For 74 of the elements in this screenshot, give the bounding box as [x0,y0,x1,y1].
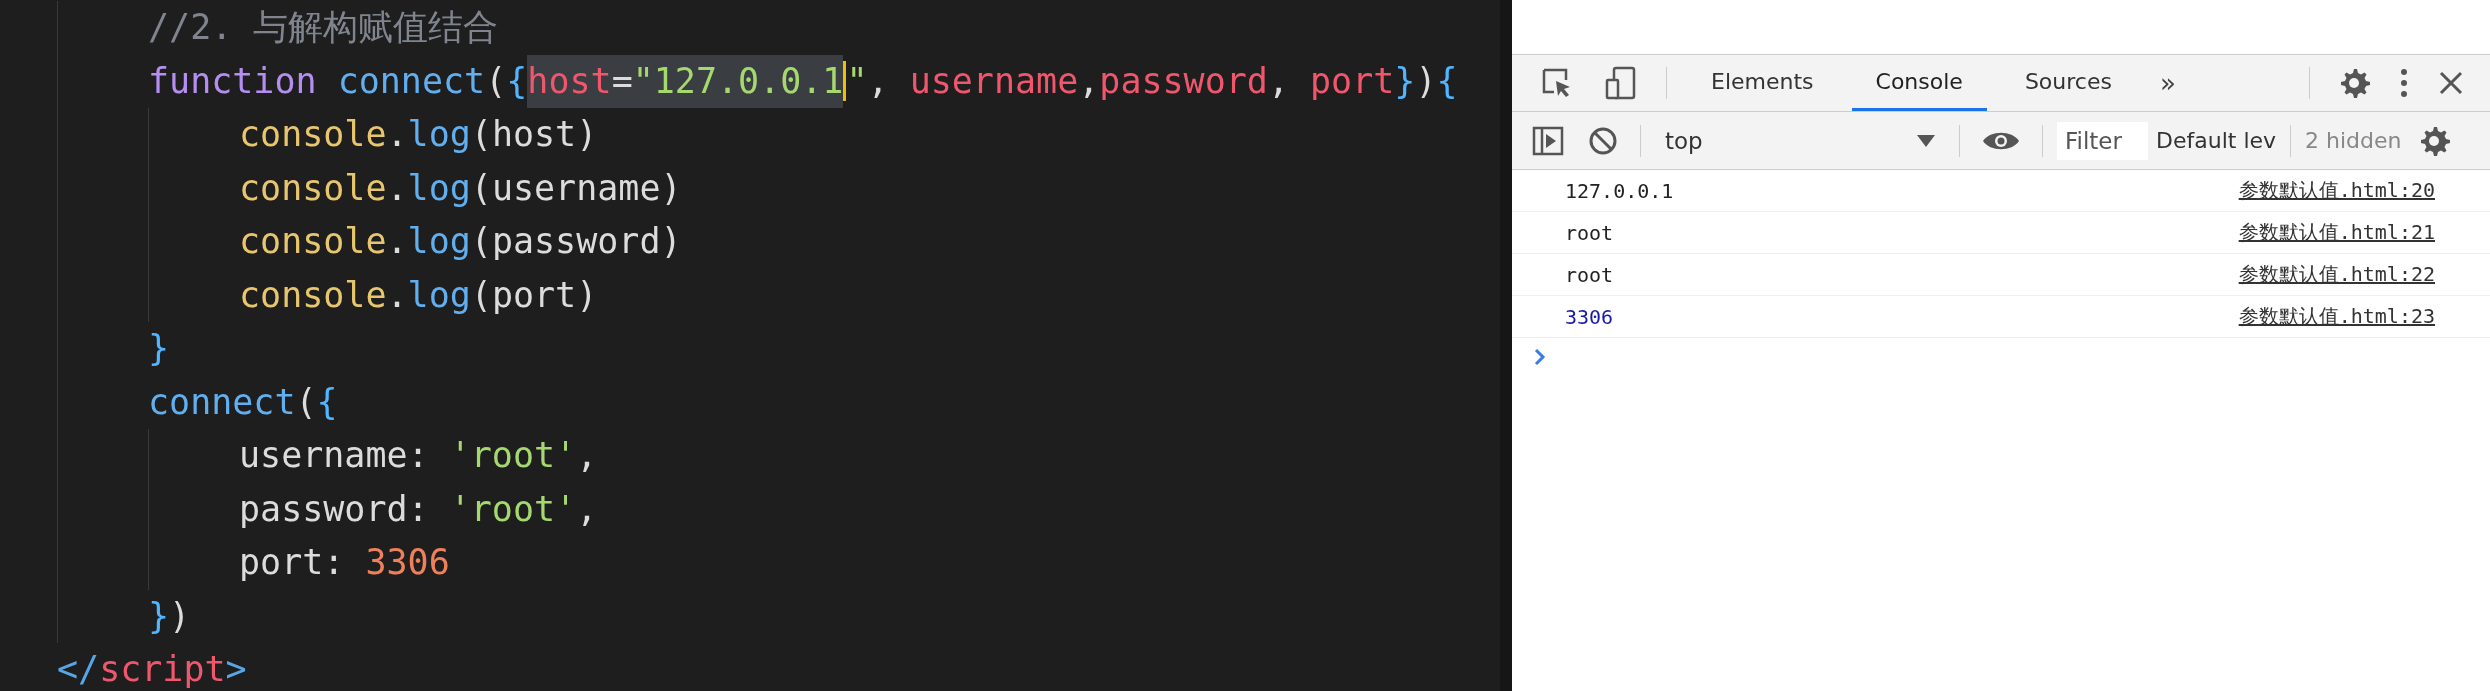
console-message: 127.0.0.1 [1565,178,1674,203]
code-token: log [407,166,471,210]
code-token: , [576,434,598,477]
hidden-count: 2 hidden [2305,128,2402,153]
code-token: { [506,59,528,103]
code-token: host [527,54,612,108]
code-token: ( [485,59,507,103]
code-token: script [99,648,226,691]
code-token: . [386,273,408,317]
more-options-icon[interactable] [2400,67,2408,99]
code-token: 3306 [365,541,450,584]
code-token: console [239,220,387,263]
code-token: } [148,327,170,370]
code-token: console [239,273,387,317]
devtools-tab[interactable]: Elements [1687,55,1838,111]
code-token: console [239,113,387,156]
code-token: connect [337,59,486,103]
clear-console-icon[interactable] [1588,125,1618,156]
code-token: </ [57,648,100,691]
code-token: connect [148,380,296,424]
code-token: "127.0.0.1 [632,54,844,108]
close-icon[interactable] [2438,70,2464,96]
code-token: } [148,594,170,638]
device-icon[interactable] [1604,65,1638,101]
code-token: } [1394,59,1416,103]
code-token: 'root' [449,434,577,477]
code-token: . [386,113,408,156]
source-link[interactable]: 参数默认值.html:22 [2238,261,2435,288]
code-token: (port) [470,273,598,317]
code-token: , [867,59,890,103]
code-token: (host) [470,113,598,156]
code-token: password: [239,487,430,531]
code-token: { [316,380,338,424]
code-token: console [239,166,387,210]
sidebar-toggle-icon[interactable] [1532,125,1564,156]
source-link[interactable]: 参数默认值.html:23 [2238,303,2435,330]
code-token: > [225,648,247,691]
log-levels-dropdown[interactable]: Default lev [2156,128,2277,153]
code-token: , [576,487,598,531]
console-message: root [1565,220,1614,245]
settings-icon[interactable] [2338,67,2370,99]
more-tabs-button[interactable]: » [2149,68,2186,98]
code-token: ) [1415,59,1437,103]
console-message: root [1565,262,1614,287]
code-token: (username) [470,166,682,210]
code-token: 'root' [449,487,577,531]
code-token: , [1078,59,1100,103]
code-token: port [1310,59,1395,103]
code-token: log [407,220,471,263]
code-token: ) [169,594,191,638]
filter-field[interactable]: Filter [2057,121,2148,160]
code-token: . [386,166,408,210]
code-token: username [909,59,1079,103]
code-token: , [1267,59,1290,103]
code-token: { [1436,59,1458,103]
source-link[interactable]: 参数默认值.html:20 [2238,177,2435,204]
console-message: 3306 [1565,304,1614,329]
code-token: (password) [470,220,682,263]
prompt-chevron-icon[interactable] [1534,348,1546,366]
code-token: log [407,273,471,317]
code-token: //2. 与解构赋值结合 [148,6,499,49]
code-token: " [846,59,868,103]
source-link[interactable]: 参数默认值.html:21 [2238,219,2435,246]
code-token: function [148,59,318,103]
code-token: = [611,54,633,108]
code-token: port: [239,541,346,584]
code-token: . [386,220,408,263]
devtools-tab[interactable]: Sources [2000,55,2136,111]
code-token: ( [295,380,317,424]
code-token: password [1099,59,1268,103]
dropdown-caret-icon [1917,134,1935,147]
code-token: log [407,113,471,156]
context-select[interactable]: top [1655,127,1945,154]
code-token: username: [239,434,430,477]
